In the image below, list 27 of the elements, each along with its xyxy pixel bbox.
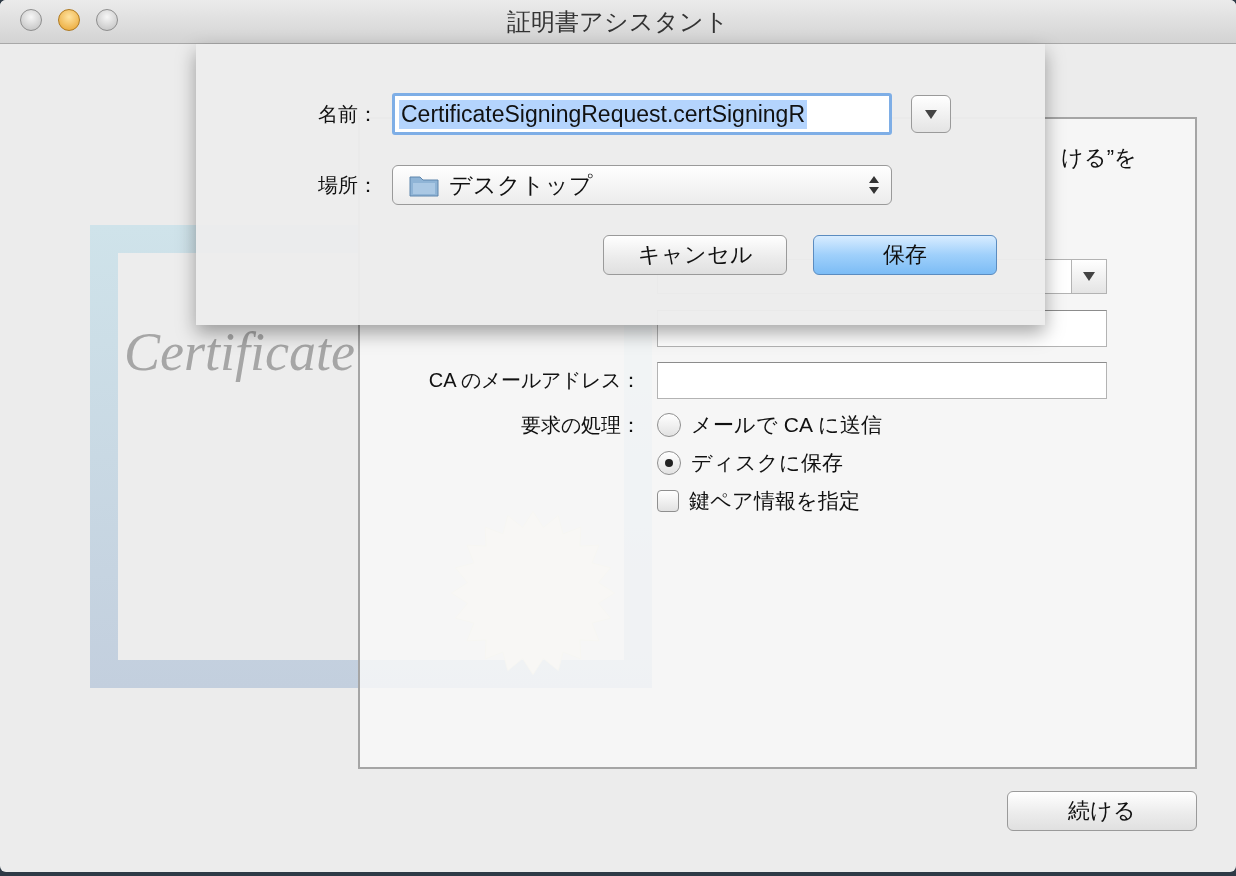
checkbox-option[interactable]: 鍵ペア情報を指定 [657, 487, 860, 515]
close-icon[interactable] [20, 9, 42, 31]
radio-option[interactable]: ディスクに保存 [657, 449, 843, 477]
continue-button[interactable]: 続ける [1007, 791, 1197, 831]
intro-text: ける”を [1060, 144, 1137, 172]
dropdown-button[interactable] [1071, 259, 1106, 293]
field-label: CA のメールアドレス： [427, 367, 642, 393]
radio-button[interactable] [657, 413, 681, 437]
checkbox[interactable] [657, 490, 679, 512]
name-label: 名前： [317, 101, 379, 127]
caret-icon [925, 109, 937, 119]
location-popup[interactable]: デスクトップ [392, 165, 892, 205]
save-button[interactable]: 保存 [813, 235, 997, 275]
field-label: 要求の処理： [520, 412, 642, 438]
radio-option[interactable]: メールで CA に送信 [657, 411, 882, 439]
caret-icon [1083, 271, 1095, 281]
radio-button[interactable] [657, 451, 681, 475]
stepper-arrows-icon [869, 176, 879, 194]
folder-icon [409, 173, 439, 197]
window-title: 証明書アシスタント [507, 6, 729, 37]
file-name-field[interactable]: CertificateSigningRequest.certSigningR [392, 93, 892, 135]
zoom-icon[interactable] [96, 9, 118, 31]
expand-button[interactable] [911, 95, 951, 133]
cancel-button[interactable]: キャンセル [603, 235, 787, 275]
location-label: 場所： [317, 172, 379, 198]
input-field[interactable] [657, 361, 1107, 399]
minimize-icon[interactable] [58, 9, 80, 31]
